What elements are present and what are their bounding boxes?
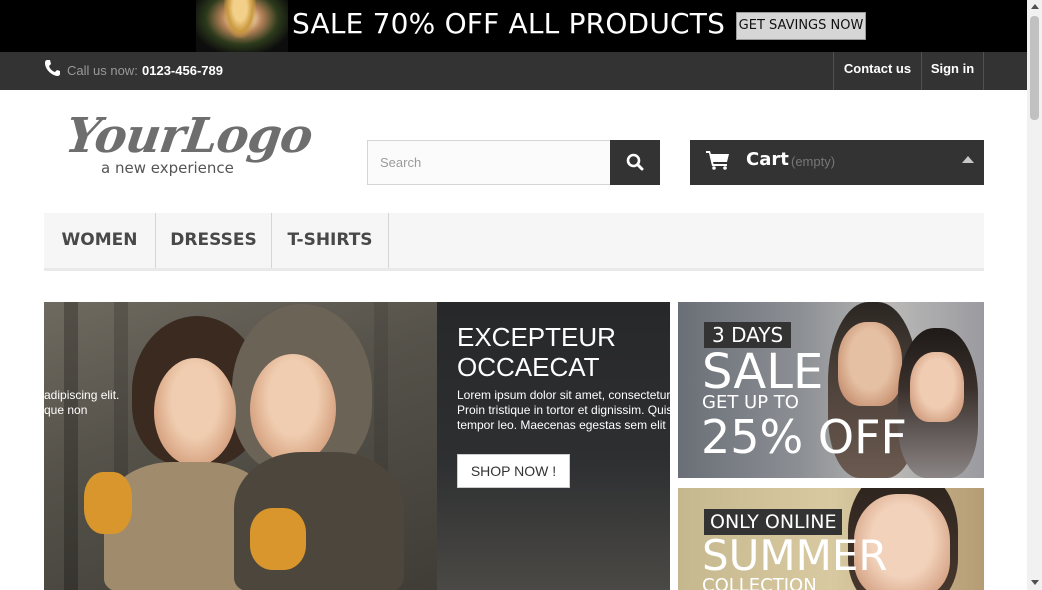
promo-title: SALE 70% OFF ALL PRODUCTS xyxy=(292,7,726,40)
slide-title: EXCEPTEUR OCCAECAT xyxy=(457,322,670,382)
slide-ghost-text: adipiscing elit. que non xyxy=(44,388,119,418)
menu-item-women[interactable]: WOMEN xyxy=(44,213,156,268)
category-menu: WOMEN DRESSES T-SHIRTS xyxy=(44,213,984,271)
top-navbar: Call us now: 0123-456-789 Contact us Sig… xyxy=(0,52,1027,90)
phone-icon xyxy=(45,60,60,76)
slide-text-line: Lorem ipsum dolor sit amet, consectetur xyxy=(457,388,670,402)
slide-description: Lorem ipsum dolor sit amet, consectetur … xyxy=(457,388,670,433)
page: SALE 70% OFF ALL PRODUCTS GET SAVINGS NO… xyxy=(0,0,1042,590)
slide-text-line: Proin tristique in tortor et dignissim. … xyxy=(457,403,670,417)
summer-banner-sub: COLLECTION xyxy=(702,575,817,590)
sale-banner-percent: 25% OFF xyxy=(701,410,907,464)
slide-text-line: tempor leo. Maecenas egestas sem elit xyxy=(457,418,666,432)
summer-banner[interactable]: ONLY ONLINE SUMMER COLLECTION xyxy=(678,488,984,590)
sale-banner[interactable]: 3 DAYS SALE GET UP TO 25% OFF xyxy=(678,302,984,478)
slide-image xyxy=(44,302,437,590)
site-logo[interactable]: YourLogo a new experience xyxy=(62,108,316,188)
cart-block[interactable]: Cart (empty) xyxy=(690,140,984,185)
homepage-slider[interactable]: adipiscing elit. que non EXCEPTEUR OCCAE… xyxy=(44,302,670,590)
scrollbar-thumb[interactable] xyxy=(1030,16,1039,120)
caret-up-icon xyxy=(962,156,974,163)
summer-banner-headline: SUMMER xyxy=(702,531,888,580)
promo-model-image xyxy=(196,0,288,52)
shop-now-button[interactable]: SHOP NOW ! xyxy=(457,454,570,488)
cart-status: (empty) xyxy=(791,154,836,169)
cart-icon xyxy=(706,151,729,170)
search-icon xyxy=(626,153,644,171)
menu-item-tshirts[interactable]: T-SHIRTS xyxy=(272,213,389,268)
slide-title-line: OCCAECAT xyxy=(457,352,600,382)
promo-banner[interactable]: SALE 70% OFF ALL PRODUCTS GET SAVINGS NO… xyxy=(0,0,1027,52)
search-input[interactable] xyxy=(367,140,611,185)
scroll-down-icon[interactable] xyxy=(1031,580,1039,585)
logo-tagline: a new experience xyxy=(101,159,234,177)
page-scrollbar[interactable] xyxy=(1027,0,1042,590)
logo-text: YourLogo xyxy=(62,108,316,164)
sign-in-link[interactable]: Sign in xyxy=(921,52,984,90)
slide-title-line: EXCEPTEUR xyxy=(457,322,616,352)
menu-item-dresses[interactable]: DRESSES xyxy=(156,213,272,268)
search-button[interactable] xyxy=(610,140,660,185)
slide-caption-panel: EXCEPTEUR OCCAECAT Lorem ipsum dolor sit… xyxy=(437,302,670,590)
cart-label: Cart xyxy=(746,149,789,170)
slide-ghost-line: que non xyxy=(44,403,88,417)
call-us-label: Call us now: xyxy=(67,63,138,78)
scroll-up-icon[interactable] xyxy=(1031,4,1039,9)
slide-ghost-line: adipiscing elit. xyxy=(44,388,120,402)
contact-us-link[interactable]: Contact us xyxy=(833,52,921,90)
get-savings-button[interactable]: GET SAVINGS NOW xyxy=(736,12,866,40)
phone-number: 0123-456-789 xyxy=(142,63,223,78)
